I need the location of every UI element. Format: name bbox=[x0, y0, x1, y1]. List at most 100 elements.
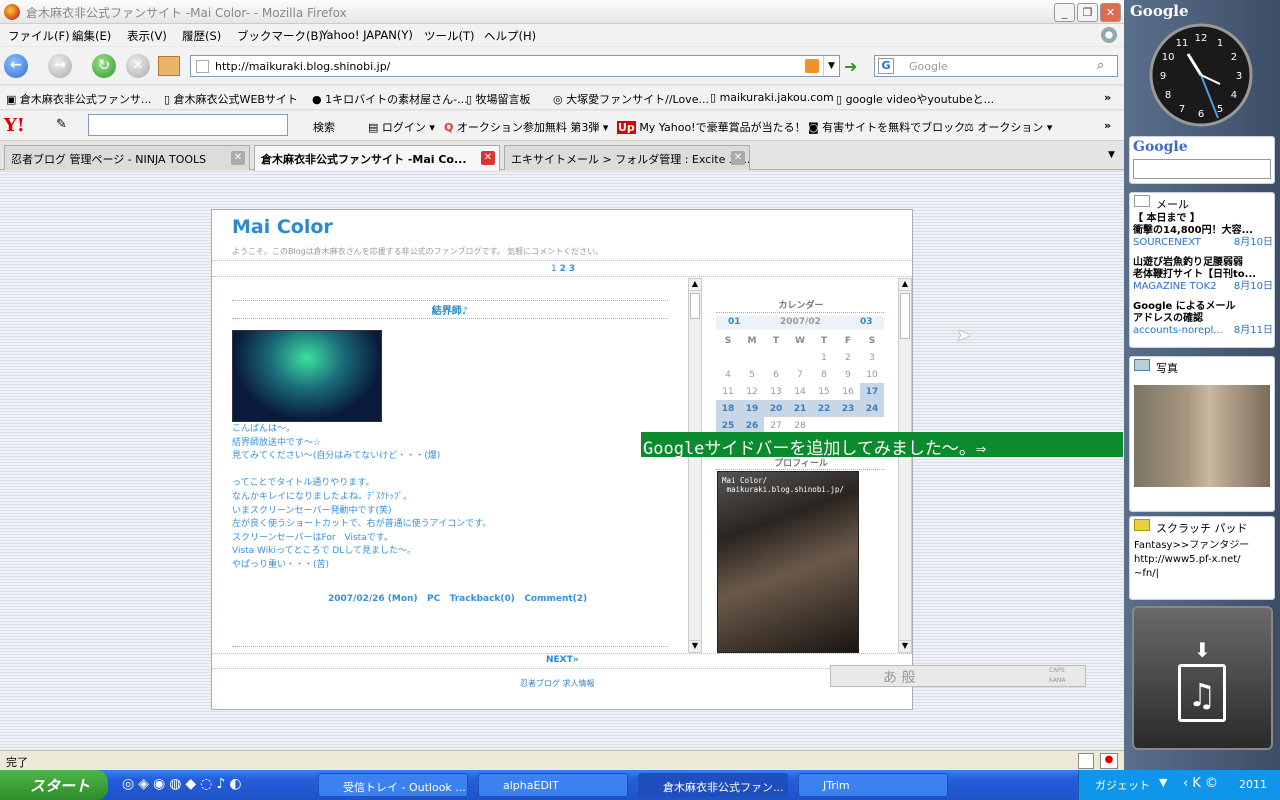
google-gadget-input[interactable] bbox=[1133, 159, 1271, 179]
quick-launch[interactable]: ◎◈◉◍◆◌♪◐ bbox=[122, 776, 246, 792]
calendar-day[interactable]: 24 bbox=[860, 400, 884, 417]
blog-title[interactable]: Mai Color bbox=[232, 216, 333, 238]
ime-mode[interactable]: あ 般 bbox=[883, 667, 915, 687]
bookmark-item[interactable]: ▯ google videoやyoutubeと... bbox=[836, 91, 994, 107]
menu-tools[interactable]: ツール(T) bbox=[424, 28, 475, 44]
yahoo-link[interactable]: Up My Yahoo!で豪華賞品が当たる！ bbox=[617, 119, 806, 135]
scratchpad-text[interactable]: Fantasy>>ファンタジー http://www5.pf-x.net/ ~f… bbox=[1134, 539, 1249, 581]
tab-close-icon[interactable]: ✕ bbox=[731, 151, 745, 165]
yahoo-link[interactable]: ⚖ オークション ▾ bbox=[964, 119, 1052, 135]
tab-mai-color[interactable]: 倉木麻衣非公式ファンサイト -Mai Co... ✕ bbox=[254, 145, 500, 171]
scroll-thumb[interactable] bbox=[690, 293, 700, 319]
page-link-2[interactable]: 2 bbox=[560, 264, 566, 274]
menu-view[interactable]: 表示(V) bbox=[127, 28, 167, 44]
home-icon[interactable] bbox=[158, 56, 180, 76]
tray-icons[interactable]: ‹ K © bbox=[1183, 776, 1218, 791]
scratchpad-gadget: スクラッチ パッド Fantasy>>ファンタジー http://www5.pf… bbox=[1129, 516, 1275, 600]
yahoo-logo[interactable]: Y! bbox=[4, 115, 25, 136]
ime-language-bar[interactable]: あ 般 CAPS KANA bbox=[830, 665, 1086, 687]
rss-icon[interactable] bbox=[805, 59, 819, 73]
comment-link[interactable]: Comment(2) bbox=[524, 594, 587, 604]
tab-excite[interactable]: エキサイトメール > フォルダ管理 : Excite エ... ✕ bbox=[504, 145, 750, 170]
bookmarks-overflow-icon[interactable]: » bbox=[1104, 91, 1111, 104]
post-title[interactable]: 結界師♪ bbox=[212, 302, 688, 317]
bookmark-item[interactable]: ▣ 倉木麻衣非公式ファンサ... bbox=[6, 91, 151, 107]
calendar-day[interactable]: 21 bbox=[788, 400, 812, 417]
minimize-button[interactable]: _ bbox=[1054, 3, 1075, 22]
tab-close-icon[interactable]: ✕ bbox=[231, 151, 245, 165]
maximize-button[interactable]: ❐ bbox=[1077, 3, 1098, 22]
next-link[interactable]: NEXT» bbox=[546, 655, 579, 665]
calendar-day[interactable]: 20 bbox=[764, 400, 788, 417]
side-scrollbar[interactable]: ▲ ▼ bbox=[898, 278, 912, 653]
google-gadget-logo: Google bbox=[1133, 139, 1188, 155]
mail-item[interactable]: 山遊び岩魚釣り足腰弱弱 老体鞭打サイト【日刊to... MAGAZINE TOK2… bbox=[1133, 257, 1273, 293]
menu-history[interactable]: 履歴(S) bbox=[182, 28, 221, 44]
menu-edit[interactable]: 編集(E) bbox=[72, 28, 111, 44]
back-button[interactable]: ← bbox=[4, 54, 28, 78]
profile-photo[interactable]: Mai Color/ maikuraki.blog.shinobi.jp/ bbox=[717, 471, 859, 653]
search-icon[interactable]: ⌕ bbox=[1097, 58, 1104, 73]
login-button[interactable]: ▤ ログイン ▾ bbox=[368, 119, 435, 135]
gadget-menu-icon[interactable]: ▼ bbox=[1159, 776, 1167, 789]
mail-item[interactable]: Google によるメール アドレスの確認 accounts-norepl... 8… bbox=[1133, 301, 1273, 337]
yahoo-search-input[interactable] bbox=[88, 114, 288, 136]
photo-image[interactable] bbox=[1134, 385, 1270, 487]
google-engine-icon[interactable]: G bbox=[878, 58, 894, 74]
media-drop-gadget[interactable]: ♫ ⬇ bbox=[1132, 606, 1273, 750]
stop-button[interactable]: ✕ bbox=[126, 54, 150, 78]
page-link-3[interactable]: 3 bbox=[569, 264, 575, 274]
search-box[interactable]: G Google ⌕ bbox=[874, 55, 1118, 77]
tab-close-icon[interactable]: ✕ bbox=[481, 151, 495, 165]
post-category[interactable]: PC bbox=[427, 594, 440, 604]
menu-help[interactable]: ヘルプ(H) bbox=[484, 28, 536, 44]
calendar-day[interactable]: 18 bbox=[716, 400, 740, 417]
calendar-day[interactable]: 22 bbox=[812, 400, 836, 417]
bookmark-item[interactable]: ● 1キロバイトの素材屋さん-... bbox=[312, 91, 468, 107]
menu-yahoo[interactable]: Yahoo! JAPAN(Y) bbox=[321, 28, 413, 42]
calendar-prev[interactable]: 01 bbox=[728, 317, 741, 327]
task-jtrim[interactable]: JTrim bbox=[798, 773, 948, 797]
task-outlook[interactable]: 受信トレイ - Outlook ... bbox=[318, 773, 468, 797]
go-button[interactable]: ➜ bbox=[844, 57, 864, 76]
bookmark-item[interactable]: ▯ 牧場留言板 bbox=[466, 91, 531, 107]
post-screenshot-image[interactable] bbox=[232, 330, 382, 422]
footer-link[interactable]: 忍者ブログ 求人情報 bbox=[520, 678, 595, 689]
menu-file[interactable]: ファイル(F) bbox=[8, 28, 70, 44]
yahoo-link[interactable]: Q オークション参加無料 第3弾 ▾ bbox=[444, 119, 608, 135]
flag-icon[interactable]: ● bbox=[1100, 753, 1118, 769]
url-bar[interactable]: http://maikuraki.blog.shinobi.jp/ ▼ bbox=[190, 55, 840, 77]
mouse-cursor-icon: ➤ bbox=[956, 325, 972, 346]
bookmark-item[interactable]: ▯ maikuraki.jakou.com bbox=[710, 91, 834, 104]
task-firefox[interactable]: 倉木麻衣非公式ファン... bbox=[638, 773, 788, 797]
menu-bookmarks[interactable]: ブックマーク(B) bbox=[237, 28, 323, 44]
calendar-day[interactable]: 17 bbox=[860, 383, 884, 400]
scroll-thumb[interactable] bbox=[900, 293, 910, 339]
tab-list-icon[interactable]: ▼ bbox=[1108, 150, 1115, 160]
yahoo-link[interactable]: ◙ 有害サイトを無料でブロック bbox=[808, 119, 965, 135]
google-logo[interactable]: Google bbox=[1130, 2, 1189, 20]
url-dropdown-icon[interactable]: ▼ bbox=[823, 56, 839, 76]
main-scrollbar[interactable]: ▲ ▼ bbox=[688, 278, 702, 653]
task-alphaedit[interactable]: alphaEDIT bbox=[478, 773, 628, 797]
yahoo-search-button[interactable]: 検索 bbox=[313, 119, 335, 135]
toolbar-overflow-icon[interactable]: » bbox=[1104, 119, 1111, 132]
calendar-day[interactable]: 19 bbox=[740, 400, 764, 417]
start-button[interactable]: スタート bbox=[0, 770, 108, 800]
calendar-day[interactable]: 23 bbox=[836, 400, 860, 417]
mail-item[interactable]: 【 本日まで 】 衝撃の14,800円！大容... SOURCENEXT 8月10日 bbox=[1133, 213, 1273, 249]
reload-button[interactable]: ↻ bbox=[92, 54, 116, 78]
forward-button[interactable]: → bbox=[48, 54, 72, 78]
bookmark-item[interactable]: ◎ 大塚愛ファンサイト//Love... bbox=[553, 91, 709, 107]
status-icon[interactable] bbox=[1078, 753, 1094, 769]
calendar-next[interactable]: 03 bbox=[860, 317, 873, 327]
post-date[interactable]: 2007/02/26 (Mon) bbox=[328, 594, 418, 604]
trackback-link[interactable]: Trackback(0) bbox=[450, 594, 515, 604]
pen-icon[interactable]: ✎ bbox=[56, 117, 67, 132]
bookmark-item[interactable]: ▯ 倉木麻衣公式WEBサイト bbox=[164, 91, 298, 107]
clock-gadget[interactable]: 12 12 3 45 6 78 9 1011 bbox=[1148, 22, 1254, 128]
tab-ninja[interactable]: 忍者ブログ 管理ページ - NINJA TOOLS ✕ bbox=[4, 145, 250, 170]
gadget-button[interactable]: ガジェット bbox=[1095, 777, 1150, 793]
page-link-1[interactable]: 1 bbox=[551, 264, 557, 274]
close-button[interactable]: ✕ bbox=[1100, 3, 1121, 22]
